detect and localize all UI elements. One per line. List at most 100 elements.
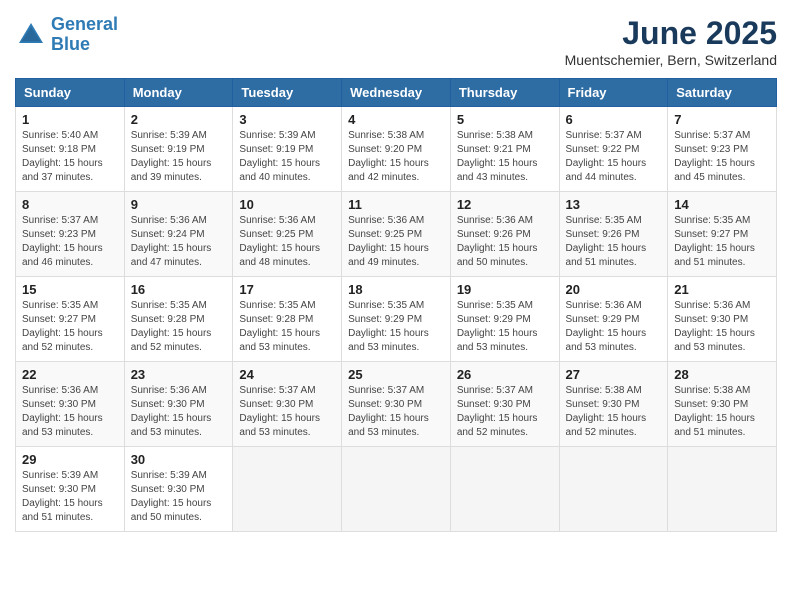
calendar-cell: 19 Sunrise: 5:35 AM Sunset: 9:29 PM Dayli… bbox=[450, 277, 559, 362]
day-info: Sunrise: 5:35 AM Sunset: 9:29 PM Dayligh… bbox=[457, 299, 553, 355]
day-number: 18 bbox=[348, 282, 444, 297]
logo-line1: General bbox=[51, 14, 118, 34]
title-area: June 2025 Muentschemier, Bern, Switzerla… bbox=[565, 15, 777, 68]
week-row-1: 1Sunrise: 5:40 AM Sunset: 9:18 PM Daylig… bbox=[16, 107, 777, 192]
day-number: 29 bbox=[22, 452, 118, 467]
day-info: Sunrise: 5:35 AM Sunset: 9:28 PM Dayligh… bbox=[131, 299, 227, 355]
calendar-cell: 10 Sunrise: 5:36 AM Sunset: 9:25 PM Dayli… bbox=[233, 192, 342, 277]
calendar-cell: 26Sunrise: 5:37 AM Sunset: 9:30 PM Dayli… bbox=[450, 362, 559, 447]
day-info: Sunrise: 5:38 AM Sunset: 9:30 PM Dayligh… bbox=[566, 384, 662, 440]
logo: General Blue bbox=[15, 15, 118, 55]
calendar-cell: 21 Sunrise: 5:36 AM Sunset: 9:30 PM Dayli… bbox=[668, 277, 777, 362]
weekday-header-thursday: Thursday bbox=[450, 79, 559, 107]
day-info: Sunrise: 5:36 AM Sunset: 9:30 PM Dayligh… bbox=[131, 384, 227, 440]
month-title: June 2025 bbox=[565, 15, 777, 52]
day-number: 16 bbox=[131, 282, 227, 297]
calendar-cell: 7 Sunrise: 5:37 AM Sunset: 9:23 PM Daylig… bbox=[668, 107, 777, 192]
day-number: 15 bbox=[22, 282, 118, 297]
day-info: Sunrise: 5:36 AM Sunset: 9:30 PM Dayligh… bbox=[22, 384, 118, 440]
day-info: Sunrise: 5:36 AM Sunset: 9:25 PM Dayligh… bbox=[239, 214, 335, 270]
day-info: Sunrise: 5:37 AM Sunset: 9:23 PM Dayligh… bbox=[674, 129, 770, 185]
day-number: 30 bbox=[131, 452, 227, 467]
calendar-cell bbox=[559, 447, 668, 532]
calendar-cell: 14 Sunrise: 5:35 AM Sunset: 9:27 PM Dayli… bbox=[668, 192, 777, 277]
day-number: 19 bbox=[457, 282, 553, 297]
calendar-cell: 13Sunrise: 5:35 AM Sunset: 9:26 PM Dayli… bbox=[559, 192, 668, 277]
day-info: Sunrise: 5:38 AM Sunset: 9:21 PM Dayligh… bbox=[457, 129, 553, 185]
day-info: Sunrise: 5:39 AM Sunset: 9:30 PM Dayligh… bbox=[22, 469, 118, 525]
week-row-3: 15Sunrise: 5:35 AM Sunset: 9:27 PM Dayli… bbox=[16, 277, 777, 362]
day-info: Sunrise: 5:39 AM Sunset: 9:30 PM Dayligh… bbox=[131, 469, 227, 525]
day-info: Sunrise: 5:39 AM Sunset: 9:19 PM Dayligh… bbox=[131, 129, 227, 185]
calendar-cell: 16 Sunrise: 5:35 AM Sunset: 9:28 PM Dayli… bbox=[124, 277, 233, 362]
calendar-cell bbox=[342, 447, 451, 532]
weekday-header-sunday: Sunday bbox=[16, 79, 125, 107]
day-info: Sunrise: 5:39 AM Sunset: 9:19 PM Dayligh… bbox=[239, 129, 335, 185]
day-number: 21 bbox=[674, 282, 770, 297]
week-row-2: 8 Sunrise: 5:37 AM Sunset: 9:23 PM Daylig… bbox=[16, 192, 777, 277]
logo-icon bbox=[15, 19, 47, 51]
calendar-cell: 1Sunrise: 5:40 AM Sunset: 9:18 PM Daylig… bbox=[16, 107, 125, 192]
calendar-cell: 25Sunrise: 5:37 AM Sunset: 9:30 PM Dayli… bbox=[342, 362, 451, 447]
day-info: Sunrise: 5:36 AM Sunset: 9:30 PM Dayligh… bbox=[674, 299, 770, 355]
calendar-cell: 23Sunrise: 5:36 AM Sunset: 9:30 PM Dayli… bbox=[124, 362, 233, 447]
day-number: 5 bbox=[457, 112, 553, 127]
day-info: Sunrise: 5:36 AM Sunset: 9:26 PM Dayligh… bbox=[457, 214, 553, 270]
day-info: Sunrise: 5:35 AM Sunset: 9:28 PM Dayligh… bbox=[239, 299, 335, 355]
calendar-cell bbox=[233, 447, 342, 532]
day-info: Sunrise: 5:37 AM Sunset: 9:23 PM Dayligh… bbox=[22, 214, 118, 270]
day-number: 9 bbox=[131, 197, 227, 212]
day-number: 17 bbox=[239, 282, 335, 297]
day-number: 4 bbox=[348, 112, 444, 127]
day-number: 10 bbox=[239, 197, 335, 212]
location-title: Muentschemier, Bern, Switzerland bbox=[565, 52, 777, 68]
calendar-cell: 3 Sunrise: 5:39 AM Sunset: 9:19 PM Daylig… bbox=[233, 107, 342, 192]
day-number: 24 bbox=[239, 367, 335, 382]
weekday-header-row: SundayMondayTuesdayWednesdayThursdayFrid… bbox=[16, 79, 777, 107]
calendar-cell: 11Sunrise: 5:36 AM Sunset: 9:25 PM Dayli… bbox=[342, 192, 451, 277]
calendar-cell: 9Sunrise: 5:36 AM Sunset: 9:24 PM Daylig… bbox=[124, 192, 233, 277]
calendar-cell: 18 Sunrise: 5:35 AM Sunset: 9:29 PM Dayli… bbox=[342, 277, 451, 362]
week-row-4: 22 Sunrise: 5:36 AM Sunset: 9:30 PM Dayli… bbox=[16, 362, 777, 447]
weekday-header-saturday: Saturday bbox=[668, 79, 777, 107]
day-info: Sunrise: 5:36 AM Sunset: 9:29 PM Dayligh… bbox=[566, 299, 662, 355]
day-info: Sunrise: 5:35 AM Sunset: 9:29 PM Dayligh… bbox=[348, 299, 444, 355]
day-number: 28 bbox=[674, 367, 770, 382]
weekday-header-monday: Monday bbox=[124, 79, 233, 107]
calendar: SundayMondayTuesdayWednesdayThursdayFrid… bbox=[15, 78, 777, 532]
day-info: Sunrise: 5:37 AM Sunset: 9:30 PM Dayligh… bbox=[239, 384, 335, 440]
calendar-cell bbox=[668, 447, 777, 532]
calendar-cell: 28 Sunrise: 5:38 AM Sunset: 9:30 PM Dayli… bbox=[668, 362, 777, 447]
weekday-header-friday: Friday bbox=[559, 79, 668, 107]
day-number: 22 bbox=[22, 367, 118, 382]
calendar-cell: 20 Sunrise: 5:36 AM Sunset: 9:29 PM Dayli… bbox=[559, 277, 668, 362]
day-number: 7 bbox=[674, 112, 770, 127]
weekday-header-tuesday: Tuesday bbox=[233, 79, 342, 107]
day-number: 14 bbox=[674, 197, 770, 212]
day-info: Sunrise: 5:35 AM Sunset: 9:27 PM Dayligh… bbox=[674, 214, 770, 270]
day-number: 2 bbox=[131, 112, 227, 127]
day-number: 25 bbox=[348, 367, 444, 382]
day-number: 6 bbox=[566, 112, 662, 127]
calendar-cell: 24 Sunrise: 5:37 AM Sunset: 9:30 PM Dayli… bbox=[233, 362, 342, 447]
calendar-cell: 17 Sunrise: 5:35 AM Sunset: 9:28 PM Dayli… bbox=[233, 277, 342, 362]
calendar-cell: 29 Sunrise: 5:39 AM Sunset: 9:30 PM Dayli… bbox=[16, 447, 125, 532]
calendar-cell: 5 Sunrise: 5:38 AM Sunset: 9:21 PM Daylig… bbox=[450, 107, 559, 192]
day-info: Sunrise: 5:38 AM Sunset: 9:30 PM Dayligh… bbox=[674, 384, 770, 440]
header: General Blue June 2025 Muentschemier, Be… bbox=[15, 15, 777, 68]
day-number: 27 bbox=[566, 367, 662, 382]
week-row-5: 29 Sunrise: 5:39 AM Sunset: 9:30 PM Dayli… bbox=[16, 447, 777, 532]
day-number: 3 bbox=[239, 112, 335, 127]
logo-line2: Blue bbox=[51, 34, 90, 54]
day-number: 13 bbox=[566, 197, 662, 212]
calendar-cell: 22 Sunrise: 5:36 AM Sunset: 9:30 PM Dayli… bbox=[16, 362, 125, 447]
calendar-cell: 15Sunrise: 5:35 AM Sunset: 9:27 PM Dayli… bbox=[16, 277, 125, 362]
calendar-cell: 4Sunrise: 5:38 AM Sunset: 9:20 PM Daylig… bbox=[342, 107, 451, 192]
day-number: 12 bbox=[457, 197, 553, 212]
day-number: 20 bbox=[566, 282, 662, 297]
day-info: Sunrise: 5:37 AM Sunset: 9:30 PM Dayligh… bbox=[457, 384, 553, 440]
calendar-cell bbox=[450, 447, 559, 532]
day-number: 8 bbox=[22, 197, 118, 212]
calendar-cell: 2 Sunrise: 5:39 AM Sunset: 9:19 PM Daylig… bbox=[124, 107, 233, 192]
calendar-cell: 6Sunrise: 5:37 AM Sunset: 9:22 PM Daylig… bbox=[559, 107, 668, 192]
